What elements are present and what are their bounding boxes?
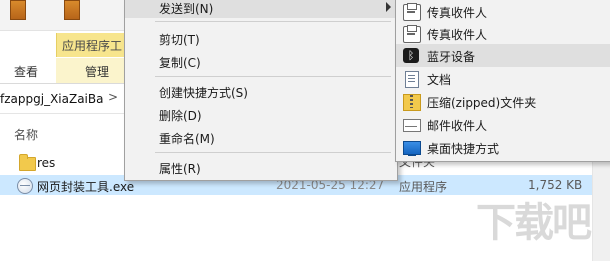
watermark-logo: 下载吧 [476,200,592,246]
fax-icon [403,25,421,43]
submenu-item-label: 文档 [427,73,452,87]
file-name: res [37,156,56,170]
mail-icon [403,119,421,132]
menu-item-label: 创建快捷方式(S) [159,86,248,100]
context-menu: 发送到(N) 剪切(T) 复制(C) 创建快捷方式(S) 删除(D) 重命名(M… [124,0,398,181]
menu-separator [155,152,391,153]
thumbnail-icon [64,0,80,20]
menu-item-label: 复制(C) [159,56,201,70]
menu-item-label: 删除(D) [159,109,202,123]
send-to-documents[interactable]: 文档 [396,67,610,90]
send-to-bluetooth[interactable]: ᛒ 蓝牙设备 [396,44,610,67]
tab-manage[interactable]: 管理 [85,63,109,80]
fax-icon [403,3,421,21]
menu-item-copy[interactable]: 复制(C) [125,50,397,72]
file-name: 网页封装工具.exe [37,180,135,194]
tab-view[interactable]: 查看 [14,63,38,80]
submenu-arrow-icon [386,2,391,12]
menu-item-cut[interactable]: 剪切(T) [125,27,397,49]
thumbnail-icon [10,0,26,20]
menu-item-label: 属性(R) [159,162,201,176]
send-to-fax-recipient[interactable]: 传真收件人 [396,0,610,23]
menu-item-create-shortcut[interactable]: 创建快捷方式(S) [125,80,397,102]
menu-item-delete[interactable]: 删除(D) [125,103,397,125]
menu-item-rename[interactable]: 重命名(M) [125,126,397,148]
menu-item-send-to[interactable]: 发送到(N) [125,0,397,18]
send-to-zip-folder[interactable]: 压缩(zipped)文件夹 [396,90,610,113]
chevron-right-icon[interactable]: > [108,90,118,104]
send-to-desktop-shortcut[interactable]: 桌面快捷方式 [396,136,610,159]
menu-item-label: 剪切(T) [159,33,200,47]
file-type: 应用程序 [399,180,448,194]
bluetooth-icon: ᛒ [403,48,419,63]
context-tab-label: 应用程序工 [62,39,123,53]
send-to-mail-recipient[interactable]: 邮件收件人 [396,113,610,136]
app-icon [17,178,33,194]
submenu-item-label: 传真收件人 [427,28,488,42]
menu-item-properties[interactable]: 属性(R) [125,156,397,178]
submenu-item-label: 压缩(zipped)文件夹 [427,96,537,110]
zip-folder-icon [403,94,421,111]
menu-item-label: 发送到(N) [159,2,214,16]
send-to-submenu: 传真收件人 传真收件人 ᛒ 蓝牙设备 文档 压缩(zipped)文件夹 邮件收件… [395,0,610,162]
menu-separator [155,76,391,77]
send-to-fax-recipient[interactable]: 传真收件人 [396,22,610,45]
document-icon [405,71,419,88]
menu-item-label: 重命名(M) [159,132,215,146]
folder-icon [19,154,36,171]
desktop-icon [403,141,421,156]
submenu-item-label: 邮件收件人 [427,119,488,133]
menu-separator [155,21,391,22]
address-path[interactable]: fzappgj_XiaZaiBa [0,92,103,106]
column-header-name[interactable]: 名称 [14,126,38,143]
submenu-item-label: 桌面快捷方式 [427,142,500,156]
submenu-item-label: 蓝牙设备 [427,50,476,64]
submenu-item-label: 传真收件人 [427,6,488,20]
